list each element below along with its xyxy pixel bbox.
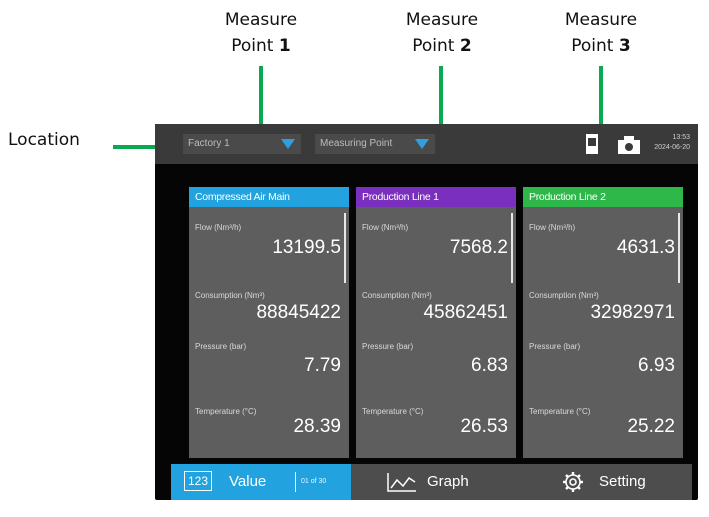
flow-label: Flow (Nm³/h) [362, 223, 409, 232]
card-scrollbar[interactable] [344, 213, 346, 283]
annotation-measure-point-3: Measure Point 3 [545, 7, 657, 59]
gear-icon [563, 472, 583, 492]
annotation-mp1-line2: Point 1 [231, 36, 291, 56]
document-icon[interactable] [586, 134, 598, 154]
graph-icon [387, 473, 416, 492]
tab-value[interactable]: 123 Value 01 of 30 [171, 464, 351, 500]
page-indicator: 01 of 30 [295, 472, 326, 492]
clock-date: 2024-06-20 [654, 144, 690, 151]
value-123-icon: 123 [184, 471, 213, 491]
pressure-label: Pressure (bar) [529, 342, 581, 351]
consumption-value: 45862451 [423, 302, 508, 323]
tab-setting[interactable]: Setting [525, 464, 692, 500]
flow-value: 4631.3 [616, 237, 675, 258]
temperature-label: Temperature (°C) [529, 407, 591, 416]
annotation-mp2-line2: Point 2 [412, 36, 472, 56]
temperature-value: 25.22 [627, 416, 675, 437]
consumption-value: 32982971 [590, 302, 675, 323]
pressure-label: Pressure (bar) [362, 342, 414, 351]
card-title: Production Line 1 [356, 187, 516, 207]
measuring-point-select-value: Measuring Point [320, 138, 393, 149]
measure-point-card-2[interactable]: Production Line 1 Flow (Nm³/h) 7568.2 Co… [356, 187, 516, 458]
consumption-label: Consumption (Nm³) [195, 291, 265, 300]
annotation-location: Location [8, 130, 80, 150]
pressure-value: 7.79 [304, 355, 341, 376]
measure-point-card-3[interactable]: Production Line 2 Flow (Nm³/h) 4631.3 Co… [523, 187, 683, 458]
flow-value: 13199.5 [272, 237, 341, 258]
annotation-mp3-line1: Measure [564, 10, 638, 30]
pressure-value: 6.83 [471, 355, 508, 376]
clock-time: 13:53 [672, 134, 690, 141]
flow-label: Flow (Nm³/h) [529, 223, 576, 232]
annotation-measure-point-2: Measure Point 2 [386, 7, 498, 59]
bottom-tab-bar: 123 Value 01 of 30 Graph Setting [171, 464, 692, 500]
camera-icon[interactable] [618, 136, 640, 154]
pressure-value: 6.93 [638, 355, 675, 376]
chevron-down-icon [281, 139, 295, 149]
device-screen: Factory 1 Measuring Point 13:53 2024-06-… [155, 124, 698, 500]
tab-graph-label: Graph [427, 473, 469, 490]
annotation-mp1-line1: Measure [224, 10, 298, 30]
card-title: Production Line 2 [523, 187, 683, 207]
tab-value-label: Value [229, 473, 267, 490]
annotation-mp2-line1: Measure [405, 10, 479, 30]
temperature-value: 26.53 [460, 416, 508, 437]
consumption-label: Consumption (Nm³) [529, 291, 599, 300]
annotation-mp3-line2: Point 3 [571, 36, 631, 56]
card-scrollbar[interactable] [511, 213, 513, 283]
temperature-label: Temperature (°C) [195, 407, 257, 416]
top-bar: Factory 1 Measuring Point 13:53 2024-06-… [155, 124, 698, 164]
tab-graph[interactable]: Graph [351, 464, 525, 500]
temperature-label: Temperature (°C) [362, 407, 424, 416]
temperature-value: 28.39 [293, 416, 341, 437]
card-title: Compressed Air Main [189, 187, 349, 207]
consumption-value: 88845422 [256, 302, 341, 323]
location-select[interactable]: Factory 1 [183, 134, 301, 154]
measuring-point-select[interactable]: Measuring Point [315, 134, 435, 154]
tab-setting-label: Setting [599, 473, 646, 490]
chevron-down-icon [415, 139, 429, 149]
flow-value: 7568.2 [449, 237, 508, 258]
measure-point-card-1[interactable]: Compressed Air Main Flow (Nm³/h) 13199.5… [189, 187, 349, 458]
clock: 13:53 2024-06-20 [654, 133, 690, 153]
flow-label: Flow (Nm³/h) [195, 223, 242, 232]
card-scrollbar[interactable] [678, 213, 680, 283]
consumption-label: Consumption (Nm³) [362, 291, 432, 300]
location-select-value: Factory 1 [188, 138, 230, 149]
pressure-label: Pressure (bar) [195, 342, 247, 351]
annotation-measure-point-1: Measure Point 1 [205, 7, 317, 59]
